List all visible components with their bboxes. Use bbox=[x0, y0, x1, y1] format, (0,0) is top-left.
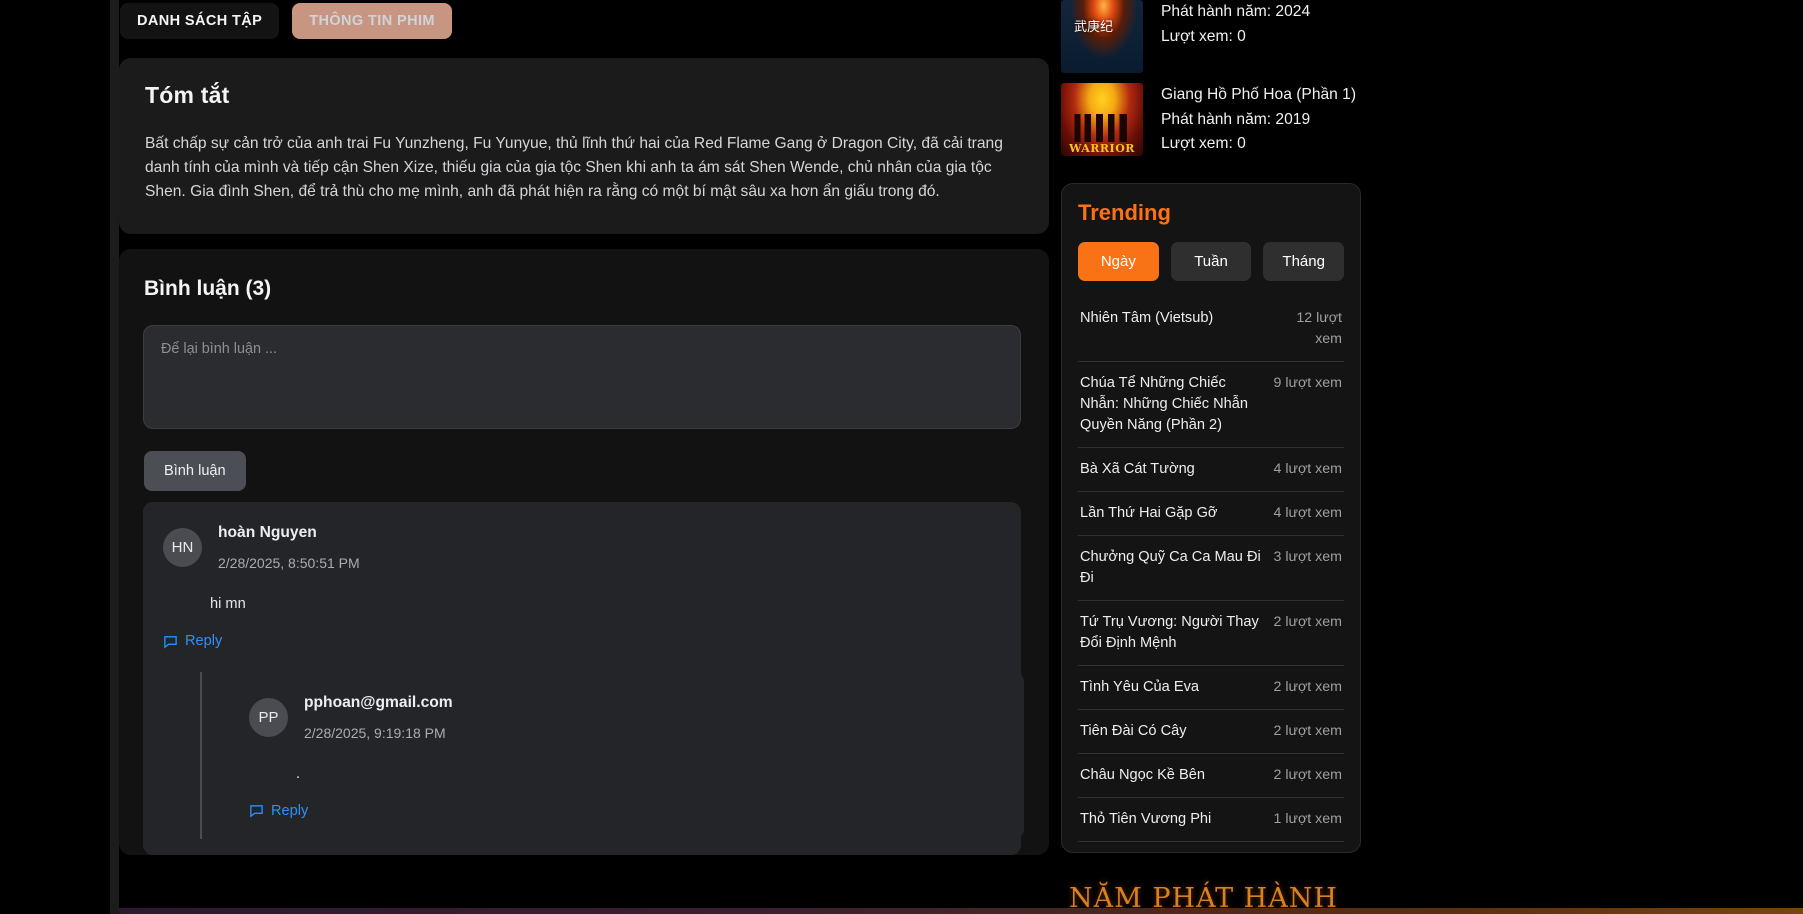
trending-panel: Trending Ngày Tuần Tháng Nhiên Tâm (Viet… bbox=[1061, 182, 1361, 853]
trending-tab-month[interactable]: Tháng bbox=[1263, 241, 1345, 281]
trending-item-views: 4 lượt xem bbox=[1273, 460, 1342, 477]
trending-item-views: 3 lượt xem bbox=[1273, 548, 1342, 565]
nested-replies: PP pphoan@gmail.com 2/28/2025, 9:19:18 P… bbox=[200, 671, 1024, 839]
trending-item-title: Chưởng Quỹ Ca Ca Mau Đi Đi bbox=[1080, 548, 1261, 586]
movie-poster-icon: 武庚纪 bbox=[1061, 0, 1143, 73]
comment-timestamp: 2/28/2025, 9:19:18 PM bbox=[304, 724, 446, 741]
trending-item-title: Lần Thứ Hai Gặp Gỡ bbox=[1080, 504, 1218, 521]
list-item[interactable]: WARRIOR Giang Hồ Phố Hoa (Phần 1) Phát h… bbox=[1061, 83, 1803, 167]
trending-item-views: 4 lượt xem bbox=[1273, 504, 1342, 521]
comment-body: hi mn bbox=[210, 596, 246, 612]
page-root: DANH SÁCH TẬP THÔNG TIN PHIM Tóm tắt Bất… bbox=[0, 0, 1803, 914]
trending-tab-week[interactable]: Tuần bbox=[1170, 241, 1252, 281]
movie-poster-icon: WARRIOR bbox=[1061, 83, 1143, 156]
trending-item-views: 2 lượt xem bbox=[1273, 766, 1342, 783]
reply-label: Reply bbox=[271, 802, 309, 819]
list-item[interactable]: Tình Yêu Của Eva 2 lượt xem bbox=[1078, 664, 1344, 709]
movie-views: Lượt xem: 0 bbox=[1161, 135, 1246, 152]
movie-list: 武庚纪 Phát hành năm: 2024 Lượt xem: 0 WARR… bbox=[1061, 0, 1803, 167]
trending-item-title: Tiên Đài Có Cây bbox=[1080, 722, 1187, 739]
comment-meta: hoàn Nguyen 2/28/2025, 8:50:51 PM bbox=[218, 524, 360, 571]
right-sidebar: 武庚纪 Phát hành năm: 2024 Lượt xem: 0 WARR… bbox=[1061, 0, 1803, 914]
reply-button[interactable]: Reply bbox=[249, 803, 308, 819]
list-item[interactable]: Chưởng Quỹ Ca Ca Mau Đi Đi 3 lượt xem bbox=[1078, 534, 1344, 600]
comment-meta: pphoan@gmail.com 2/28/2025, 9:19:18 PM bbox=[304, 694, 453, 741]
comment-input[interactable] bbox=[143, 325, 1021, 429]
comment-author: pphoan@gmail.com bbox=[304, 693, 453, 711]
bottom-accent-strip bbox=[119, 908, 1803, 914]
movie-meta: Phát hành năm: 2024 Lượt xem: 0 bbox=[1161, 0, 1310, 73]
comment-bubble-icon bbox=[249, 803, 264, 818]
content-tabs: DANH SÁCH TẬP THÔNG TIN PHIM bbox=[119, 0, 1061, 39]
list-item[interactable]: 武庚纪 Phát hành năm: 2024 Lượt xem: 0 bbox=[1061, 0, 1803, 83]
movie-year: Phát hành năm: 2024 bbox=[1161, 3, 1311, 20]
comment-timestamp: 2/28/2025, 8:50:51 PM bbox=[218, 555, 360, 571]
poster-title-overlay: 武庚纪 bbox=[1074, 20, 1114, 35]
left-gutter bbox=[0, 0, 119, 914]
tab-episode-list[interactable]: DANH SÁCH TẬP bbox=[120, 3, 280, 39]
trending-item-title: Tứ Trụ Vương: Người Thay Đổi Định Mệnh bbox=[1080, 613, 1259, 651]
trending-item-views: 2 lượt xem bbox=[1273, 678, 1342, 695]
comment-item: PP pphoan@gmail.com 2/28/2025, 9:19:18 P… bbox=[229, 671, 1024, 839]
poster-art bbox=[1071, 114, 1133, 142]
comments-section: Bình luận (3) Bình luận HN hoàn Nguyen 2… bbox=[119, 249, 1049, 855]
comment-bubble-icon bbox=[163, 634, 178, 649]
trending-item-views: 12 lượt xem bbox=[1296, 309, 1342, 347]
submit-comment-button[interactable]: Bình luận bbox=[144, 451, 246, 491]
list-item[interactable]: Tiên Đài Có Cây 2 lượt xem bbox=[1078, 708, 1344, 753]
list-item[interactable]: Tứ Trụ Vương: Người Thay Đổi Định Mệnh 2… bbox=[1078, 599, 1344, 665]
trending-item-views: 2 lượt xem bbox=[1273, 613, 1342, 630]
list-item[interactable]: Bà Xã Cát Tường 4 lượt xem bbox=[1078, 446, 1344, 491]
comment-body: . bbox=[296, 765, 301, 782]
movie-meta: Giang Hồ Phố Hoa (Phần 1) Phát hành năm:… bbox=[1161, 83, 1356, 157]
list-item[interactable]: Châu Ngọc Kề Bên 2 lượt xem bbox=[1078, 752, 1344, 797]
summary-heading: Tóm tắt bbox=[145, 82, 230, 108]
trending-period-tabs: Ngày Tuần Tháng bbox=[1078, 241, 1345, 281]
avatar: PP bbox=[249, 697, 288, 737]
trending-item-title: Nhiên Tâm (Vietsub) bbox=[1080, 309, 1214, 326]
comment-header: HN hoàn Nguyen 2/28/2025, 8:50:51 PM bbox=[163, 524, 999, 571]
trending-list: Nhiên Tâm (Vietsub) 12 lượt xem Chúa Tể … bbox=[1078, 297, 1344, 842]
list-item[interactable]: Chúa Tể Những Chiếc Nhẫn: Những Chiếc Nh… bbox=[1078, 360, 1344, 447]
comment-header: PP pphoan@gmail.com 2/28/2025, 9:19:18 P… bbox=[249, 694, 1002, 741]
tab-movie-info[interactable]: THÔNG TIN PHIM bbox=[292, 3, 452, 39]
trending-item-title: Châu Ngọc Kề Bên bbox=[1080, 766, 1205, 783]
list-item[interactable]: Thỏ Tiên Vương Phi 1 lượt xem bbox=[1078, 796, 1344, 842]
trending-item-title: Bà Xã Cát Tường bbox=[1080, 460, 1195, 477]
trending-item-views: 2 lượt xem bbox=[1273, 722, 1342, 739]
movie-title: Giang Hồ Phố Hoa (Phần 1) bbox=[1161, 86, 1357, 103]
trending-item-views: 9 lượt xem bbox=[1273, 374, 1342, 391]
main-content: DANH SÁCH TẬP THÔNG TIN PHIM Tóm tắt Bất… bbox=[119, 0, 1061, 914]
comments-heading: Bình luận (3) bbox=[144, 277, 272, 300]
poster-title-overlay: WARRIOR bbox=[1069, 142, 1135, 155]
list-item[interactable]: Nhiên Tâm (Vietsub) 12 lượt xem bbox=[1078, 297, 1344, 361]
comment-item: HN hoàn Nguyen 2/28/2025, 8:50:51 PM hi … bbox=[143, 502, 1024, 855]
summary-text: Bất chấp sự cản trở của anh trai Fu Yunz… bbox=[145, 135, 1003, 200]
movie-year: Phát hành năm: 2019 bbox=[1161, 110, 1311, 128]
trending-item-views: 1 lượt xem bbox=[1273, 810, 1342, 827]
trending-item-title: Thỏ Tiên Vương Phi bbox=[1080, 810, 1212, 827]
reply-button[interactable]: Reply bbox=[163, 633, 222, 649]
reply-label: Reply bbox=[185, 633, 223, 649]
trending-tab-day[interactable]: Ngày bbox=[1078, 241, 1159, 281]
summary-card: Tóm tắt Bất chấp sự cản trở của anh trai… bbox=[119, 58, 1049, 234]
avatar: HN bbox=[163, 528, 202, 567]
trending-title: Trending bbox=[1078, 199, 1171, 225]
trending-item-title: Chúa Tể Những Chiếc Nhẫn: Những Chiếc Nh… bbox=[1080, 374, 1248, 433]
list-item[interactable]: Lần Thứ Hai Gặp Gỡ 4 lượt xem bbox=[1078, 490, 1344, 535]
trending-item-title: Tình Yêu Của Eva bbox=[1080, 678, 1199, 695]
left-edge-strip bbox=[110, 0, 119, 914]
movie-views: Lượt xem: 0 bbox=[1161, 27, 1246, 45]
comment-author: hoàn Nguyen bbox=[218, 524, 317, 541]
